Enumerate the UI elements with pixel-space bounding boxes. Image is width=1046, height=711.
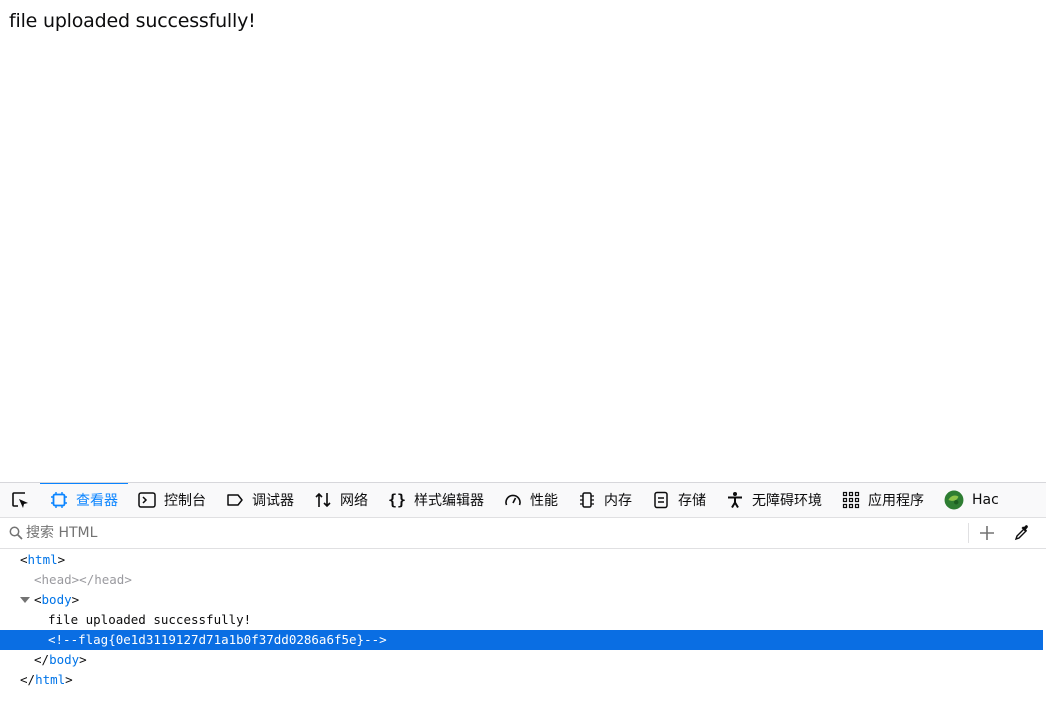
- comment-text: <!--flag{0e1d3119127d71a1b0f37dd0286a6f5…: [48, 632, 387, 647]
- tab-style-editor-label: 样式编辑器: [414, 493, 484, 509]
- hackbar-icon: [944, 490, 964, 510]
- page-content: file uploaded successfully!: [0, 0, 1046, 482]
- text-node[interactable]: file uploaded successfully!: [48, 610, 251, 630]
- element-picker-icon: [12, 492, 28, 508]
- body-close-node[interactable]: </body>: [34, 650, 87, 670]
- body-open-node[interactable]: <body>: [34, 590, 79, 610]
- memory-icon: [580, 492, 594, 508]
- html-search-bar: [0, 518, 1046, 549]
- tab-accessibility-label: 无障碍环境: [752, 493, 822, 509]
- element-picker-button[interactable]: [0, 483, 40, 517]
- tab-memory[interactable]: 内存: [568, 483, 642, 517]
- tab-application[interactable]: 应用程序: [832, 483, 934, 517]
- html-open-tag-name: html: [27, 552, 58, 567]
- tab-network[interactable]: 网络: [304, 483, 378, 517]
- add-node-icon[interactable]: [978, 524, 996, 542]
- html-open-node[interactable]: <html>: [20, 550, 65, 570]
- upload-status-text: file uploaded successfully!: [9, 10, 256, 32]
- tab-hackbar-label: Hac: [972, 492, 999, 508]
- tab-performance-label: 性能: [530, 493, 558, 509]
- tab-console[interactable]: 控制台: [128, 483, 216, 517]
- devtools-toolbar: 查看器 控制台 调试器 网络 {} 样式编辑器 性能 内存 存储 无障碍环境 应…: [0, 483, 1046, 518]
- body-open-tag-name: body: [41, 592, 72, 607]
- devtools-panel: 查看器 控制台 调试器 网络 {} 样式编辑器 性能 内存 存储 无障碍环境 应…: [0, 482, 1046, 711]
- tab-debugger[interactable]: 调试器: [216, 483, 304, 517]
- head-node[interactable]: <head></head>: [34, 570, 132, 590]
- storage-icon: [654, 491, 668, 509]
- eyedropper-icon[interactable]: [1013, 524, 1031, 542]
- tab-storage[interactable]: 存储: [642, 483, 716, 517]
- head-tag-name: head: [41, 572, 72, 587]
- tab-inspector-label: 查看器: [76, 493, 118, 509]
- html-close-tag-name: html: [35, 672, 66, 687]
- tab-accessibility[interactable]: 无障碍环境: [716, 483, 832, 517]
- tab-performance[interactable]: 性能: [494, 483, 568, 517]
- style-editor-icon: {}: [388, 491, 406, 509]
- performance-icon: [505, 494, 521, 506]
- network-icon: [315, 492, 331, 508]
- tab-network-label: 网络: [340, 493, 368, 509]
- tab-storage-label: 存储: [678, 493, 706, 509]
- html-close-node[interactable]: </html>: [20, 670, 73, 690]
- inspector-icon: [51, 492, 67, 508]
- tab-application-label: 应用程序: [868, 493, 924, 509]
- head-close-tag-name: head: [94, 572, 125, 587]
- tab-hackbar[interactable]: Hac: [934, 483, 1009, 517]
- search-icon: [9, 526, 23, 540]
- search-separator: [968, 523, 969, 543]
- tab-inspector[interactable]: 查看器: [40, 483, 128, 517]
- comment-node-selected[interactable]: <!--flag{0e1d3119127d71a1b0f37dd0286a6f5…: [0, 630, 1043, 650]
- accessibility-icon: [728, 492, 742, 509]
- console-icon: [138, 492, 156, 508]
- expand-arrow-icon[interactable]: [20, 590, 30, 610]
- debugger-icon: [227, 494, 243, 506]
- html-search-input[interactable]: [26, 522, 956, 544]
- tab-console-label: 控制台: [164, 493, 206, 509]
- body-close-tag-name: body: [49, 652, 80, 667]
- tab-style-editor[interactable]: {} 样式编辑器: [378, 483, 494, 517]
- tab-memory-label: 内存: [604, 493, 632, 509]
- svg-text:{}: {}: [388, 491, 406, 509]
- application-icon: [842, 491, 860, 509]
- tab-debugger-label: 调试器: [252, 493, 294, 509]
